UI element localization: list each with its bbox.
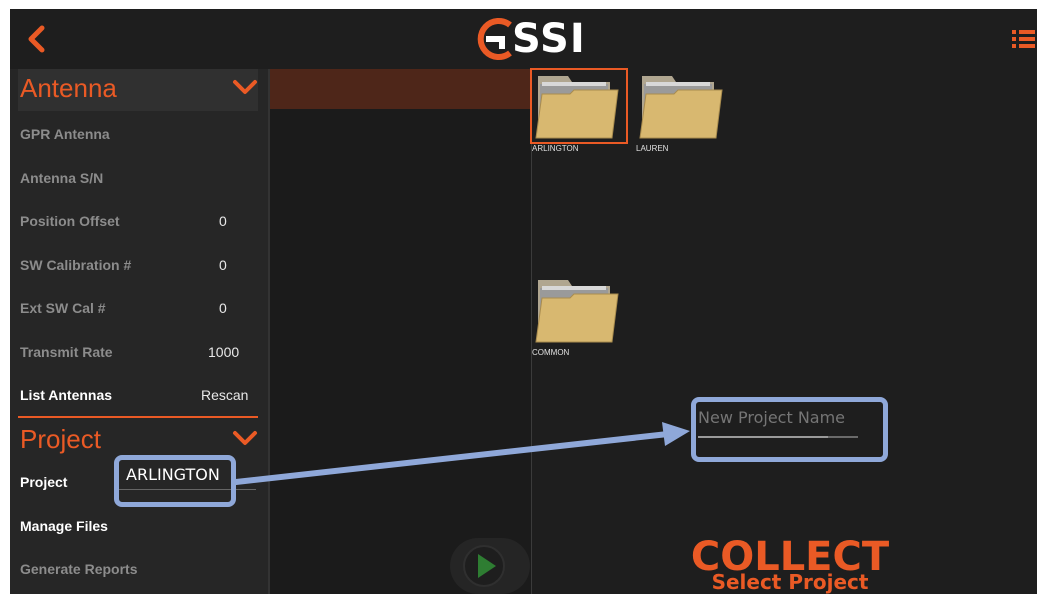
antenna-section-title: Antenna	[20, 73, 117, 103]
middle-header-bar	[270, 69, 531, 109]
sw-calibration-row[interactable]: SW Calibration # 0	[20, 245, 258, 285]
position-offset-label: Position Offset	[20, 213, 120, 229]
folder-label: COMMON	[532, 348, 570, 357]
project-section-title: Project	[20, 424, 101, 454]
manage-files-row[interactable]: Manage Files	[20, 506, 258, 546]
folder-label: LAUREN	[636, 144, 669, 153]
position-offset-row[interactable]: Position Offset 0	[20, 201, 258, 241]
folder-icon	[535, 76, 619, 139]
folder-arlington[interactable]: ARLINGTON	[530, 68, 628, 153]
folder-lauren[interactable]: LAUREN	[636, 70, 730, 153]
list-antennas-row[interactable]: List Antennas Rescan	[20, 375, 258, 415]
folder-label: ARLINGTON	[532, 144, 579, 153]
chevron-down-icon	[233, 80, 257, 94]
gssi-logo-mark	[477, 18, 512, 60]
folder-frame	[530, 68, 628, 144]
project-value-highlight	[114, 455, 236, 507]
folder-frame	[532, 274, 626, 346]
play-button[interactable]	[450, 538, 530, 594]
sw-calibration-value[interactable]: 0	[219, 257, 227, 273]
ext-sw-cal-row[interactable]: Ext SW Cal # 0	[20, 288, 258, 328]
transmit-rate-row[interactable]: Transmit Rate 1000	[20, 332, 258, 372]
logo-text: SSI	[512, 16, 586, 62]
project-label: Project	[20, 474, 68, 490]
section-divider	[18, 416, 258, 418]
position-offset-value[interactable]: 0	[219, 213, 227, 229]
rescan-button[interactable]: Rescan	[201, 387, 248, 403]
chevron-down-icon	[233, 431, 257, 445]
sw-calibration-label: SW Calibration #	[20, 257, 132, 273]
middle-panel	[270, 69, 531, 594]
gssi-logo: SSI	[472, 15, 586, 63]
manage-files-label: Manage Files	[20, 518, 108, 534]
settings-sidebar: Antenna GPR Antenna Antenna S/N Position…	[10, 69, 268, 594]
transmit-rate-label: Transmit Rate	[20, 344, 113, 360]
gpr-antenna-label: GPR Antenna	[20, 126, 110, 142]
folder-icon	[639, 76, 723, 139]
gpr-antenna-row[interactable]: GPR Antenna	[20, 114, 258, 154]
antenna-section-header[interactable]: Antenna	[18, 69, 258, 111]
antenna-sn-label: Antenna S/N	[20, 170, 104, 186]
top-bar: SSI	[10, 9, 1037, 69]
ext-sw-cal-label: Ext SW Cal #	[20, 300, 106, 316]
generate-reports-row[interactable]: Generate Reports	[20, 549, 258, 589]
generate-reports-label: Generate Reports	[20, 561, 138, 577]
menu-button[interactable]	[1011, 27, 1037, 51]
transmit-rate-value[interactable]: 1000	[208, 344, 239, 360]
collect-action[interactable]: COLLECT Select Project	[660, 536, 920, 592]
chevron-left-icon	[28, 25, 45, 53]
antenna-sn-row[interactable]: Antenna S/N	[20, 158, 258, 198]
ext-sw-cal-value[interactable]: 0	[219, 300, 227, 316]
folder-icon	[535, 280, 619, 343]
list-antennas-label: List Antennas	[20, 387, 113, 403]
folder-common[interactable]: COMMON	[532, 274, 626, 357]
folder-frame	[636, 70, 730, 142]
list-menu-icon	[1012, 30, 1035, 48]
back-button[interactable]	[22, 23, 52, 55]
play-icon	[450, 538, 530, 594]
new-project-highlight	[691, 397, 888, 462]
